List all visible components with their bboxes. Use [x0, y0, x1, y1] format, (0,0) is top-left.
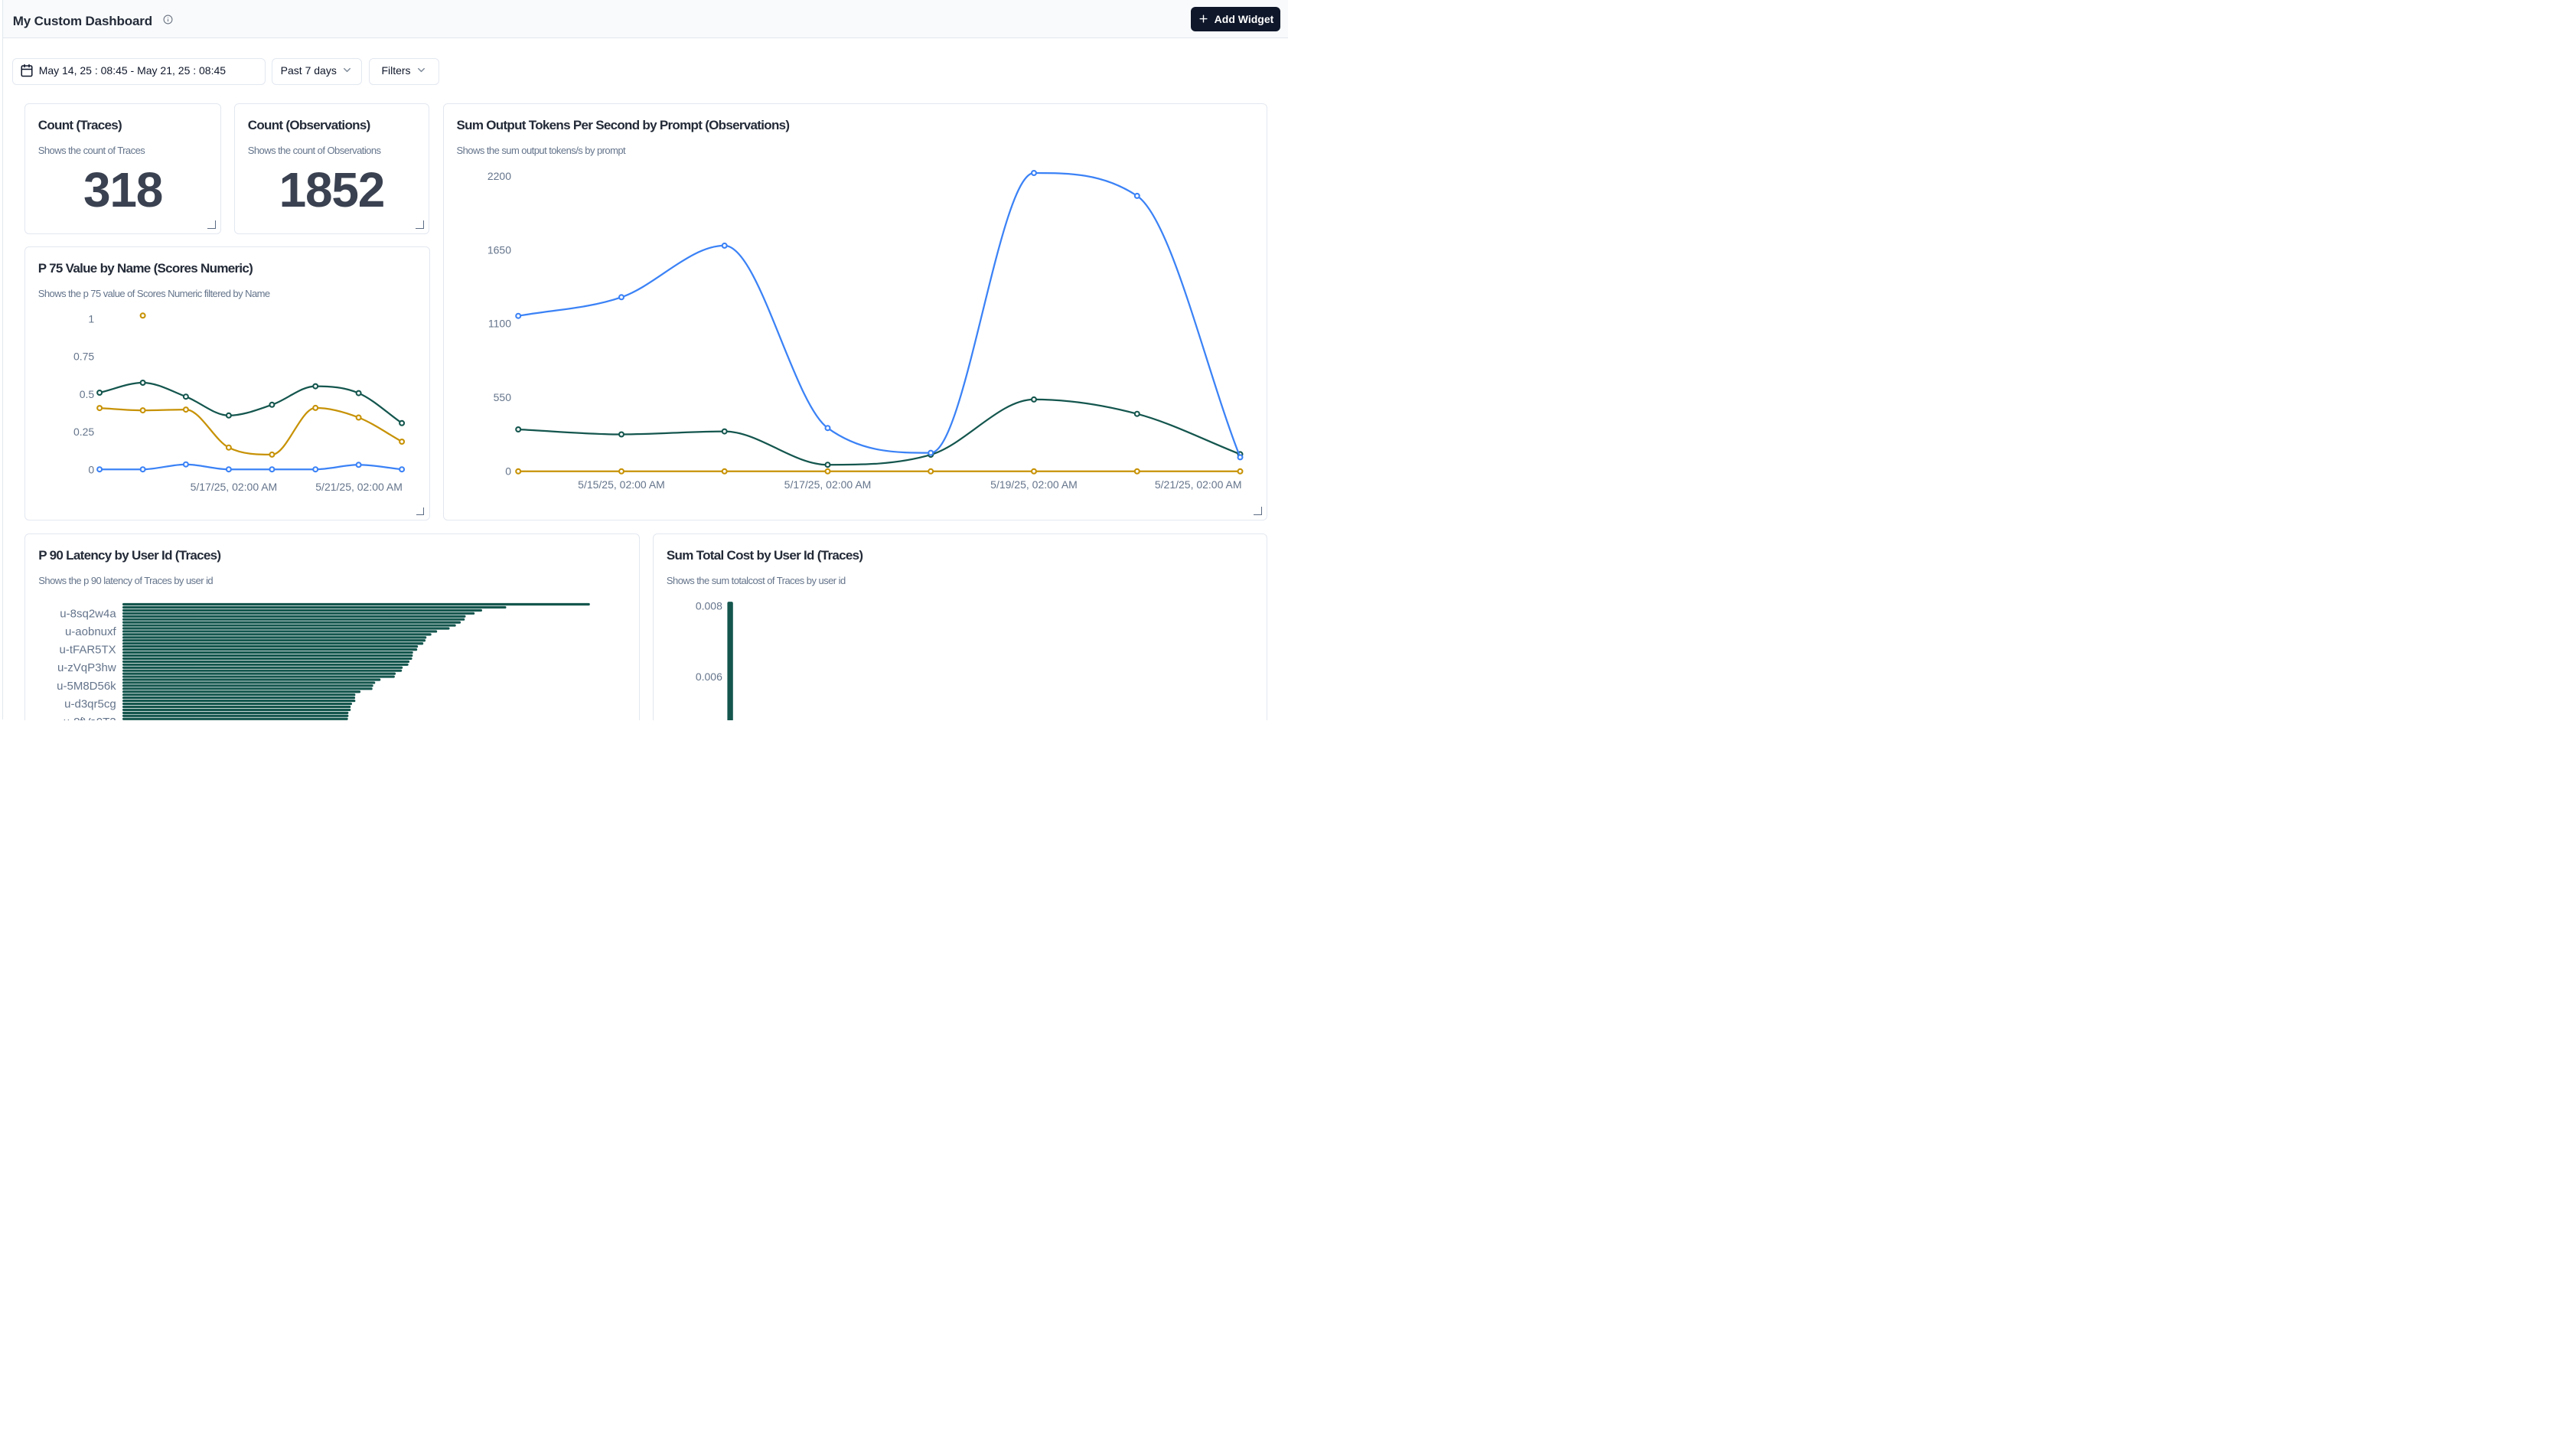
svg-text:u-8fVa9T3: u-8fVa9T3 — [64, 716, 116, 720]
svg-text:0.008: 0.008 — [696, 600, 722, 612]
svg-text:u-8sq2w4a: u-8sq2w4a — [60, 608, 117, 621]
svg-text:u-aobnuxf: u-aobnuxf — [65, 625, 117, 638]
svg-text:5/21/25, 02:00 AM: 5/21/25, 02:00 AM — [1154, 478, 1241, 491]
svg-text:5/17/25, 02:00 AM: 5/17/25, 02:00 AM — [190, 481, 277, 493]
svg-text:u-tFAR5TX: u-tFAR5TX — [60, 644, 116, 657]
svg-text:5/19/25, 02:00 AM: 5/19/25, 02:00 AM — [990, 478, 1078, 491]
svg-text:5/17/25, 02:00 AM: 5/17/25, 02:00 AM — [784, 478, 871, 491]
svg-text:0.006: 0.006 — [696, 671, 722, 683]
svg-text:0.75: 0.75 — [73, 351, 94, 363]
svg-text:u-d3qr5cg: u-d3qr5cg — [64, 698, 116, 711]
svg-text:0.25: 0.25 — [73, 426, 94, 438]
svg-text:1: 1 — [88, 313, 94, 325]
svg-text:u-5M8D56k: u-5M8D56k — [57, 680, 116, 693]
svg-text:0: 0 — [505, 465, 511, 478]
svg-text:0: 0 — [88, 464, 94, 476]
svg-text:u-zVqP3hw: u-zVqP3hw — [57, 661, 116, 674]
svg-text:2200: 2200 — [487, 170, 510, 182]
svg-text:0.5: 0.5 — [79, 388, 94, 400]
svg-text:550: 550 — [493, 391, 511, 403]
svg-text:5/15/25, 02:00 AM: 5/15/25, 02:00 AM — [578, 478, 665, 491]
svg-text:1100: 1100 — [487, 318, 510, 330]
svg-text:5/21/25, 02:00 AM: 5/21/25, 02:00 AM — [315, 481, 403, 493]
svg-text:1650: 1650 — [487, 244, 510, 256]
